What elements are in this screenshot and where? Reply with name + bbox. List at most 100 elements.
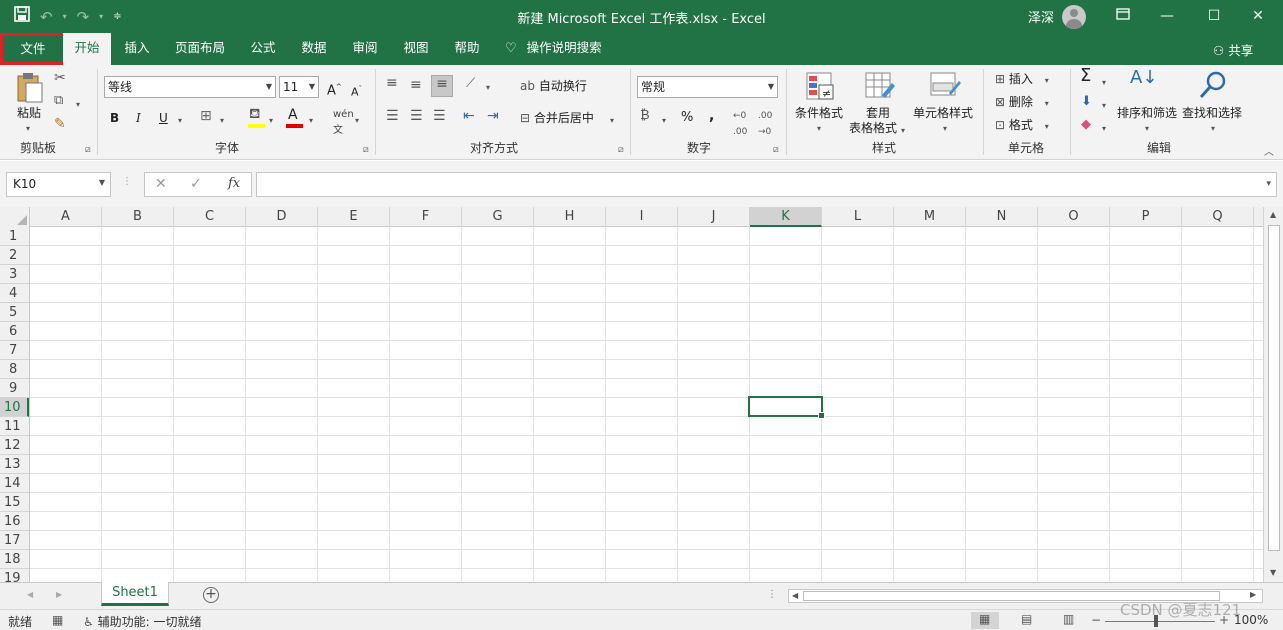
number-launcher-icon[interactable]: ⧄ bbox=[773, 145, 779, 155]
row-header[interactable]: 4 bbox=[0, 284, 29, 303]
accounting-format-icon[interactable]: ₿ bbox=[640, 108, 650, 124]
worksheet-grid[interactable]: ABCDEFGHIJKLMNOPQ 1 2 3 4 5 6 7 8 9 10 11 12 13 14 15 1… bbox=[0, 207, 1283, 582]
decrease-decimal-icon[interactable]: .00 →0 bbox=[758, 108, 772, 140]
format-painter-icon[interactable]: ✎ bbox=[54, 116, 66, 132]
column-header[interactable]: J bbox=[678, 207, 750, 227]
scroll-right-icon[interactable]: ▶ bbox=[1250, 590, 1256, 599]
formula-input[interactable]: ▾ bbox=[256, 172, 1277, 197]
expand-formula-icon[interactable]: ▾ bbox=[1266, 179, 1271, 189]
font-color-dropdown-icon[interactable]: ▾ bbox=[309, 113, 313, 129]
tab-formulas[interactable]: 公式 bbox=[240, 33, 286, 65]
row-header[interactable]: 11 bbox=[0, 417, 29, 436]
insert-function-icon[interactable]: fx bbox=[228, 176, 240, 191]
tab-insert[interactable]: 插入 bbox=[114, 33, 160, 65]
normal-view-button[interactable]: ▦ bbox=[971, 612, 999, 629]
ribbon-display-options-icon[interactable] bbox=[1113, 6, 1133, 26]
column-header[interactable]: N bbox=[966, 207, 1038, 227]
column-header[interactable]: L bbox=[822, 207, 894, 227]
row-header[interactable]: 10 bbox=[0, 398, 29, 417]
delete-cells-button[interactable]: ⊠ 删除 ▾ bbox=[995, 94, 1049, 112]
column-header[interactable]: P bbox=[1110, 207, 1182, 227]
align-right-icon[interactable]: ☰ bbox=[433, 108, 446, 124]
clipboard-launcher-icon[interactable]: ⧄ bbox=[85, 145, 91, 155]
row-header[interactable]: 2 bbox=[0, 246, 29, 265]
cell-area[interactable] bbox=[30, 227, 1263, 582]
zoom-slider[interactable] bbox=[1105, 621, 1215, 622]
column-header[interactable]: I bbox=[606, 207, 678, 227]
column-header[interactable]: C bbox=[174, 207, 246, 227]
scroll-down-icon[interactable]: ▼ bbox=[1270, 568, 1276, 577]
column-header[interactable]: H bbox=[534, 207, 606, 227]
row-header[interactable]: 18 bbox=[0, 550, 29, 569]
tab-home[interactable]: 开始 bbox=[63, 33, 111, 65]
name-box[interactable]: K10 ▼ bbox=[6, 172, 111, 197]
row-header[interactable]: 1 bbox=[0, 227, 29, 246]
share-button[interactable]: ⚇ 共享 bbox=[1213, 40, 1253, 59]
column-header[interactable]: K bbox=[750, 207, 822, 227]
formula-bar-handle-icon[interactable]: ⋮ bbox=[122, 176, 132, 187]
copy-dropdown-icon[interactable]: ▾ bbox=[76, 97, 80, 113]
row-header[interactable]: 7 bbox=[0, 341, 29, 360]
autosum-dropdown-icon[interactable]: ▾ bbox=[1102, 75, 1106, 91]
vertical-scrollbar[interactable]: ▲ ▼ bbox=[1263, 207, 1283, 582]
underline-button[interactable]: U bbox=[159, 110, 168, 126]
scroll-up-icon[interactable]: ▲ bbox=[1270, 210, 1276, 219]
font-launcher-icon[interactable]: ⧄ bbox=[363, 145, 369, 155]
align-center-icon[interactable]: ☰ bbox=[410, 108, 423, 124]
row-header[interactable]: 14 bbox=[0, 474, 29, 493]
column-header[interactable]: G bbox=[462, 207, 534, 227]
accessibility-status[interactable]: ♿ 辅助功能: 一切就绪 bbox=[83, 613, 201, 630]
middle-align-icon[interactable]: ≡ bbox=[410, 77, 422, 93]
increase-decimal-icon[interactable]: ←0.00 bbox=[733, 108, 747, 140]
accounting-dropdown-icon[interactable]: ▾ bbox=[662, 113, 666, 129]
previous-sheet-icon[interactable]: ◀ bbox=[27, 590, 33, 599]
font-name-select[interactable]: 等线 ▼ bbox=[104, 76, 276, 98]
paste-dropdown-icon[interactable]: ▾ bbox=[26, 121, 30, 137]
autosum-icon[interactable]: Σ bbox=[1080, 67, 1091, 85]
row-header[interactable]: 16 bbox=[0, 512, 29, 531]
minimize-icon[interactable]: — bbox=[1157, 6, 1177, 26]
wrap-text-button[interactable]: ab 自动换行 bbox=[520, 78, 587, 94]
enter-icon[interactable]: ✓ bbox=[190, 176, 202, 192]
page-layout-view-button[interactable]: ▤ bbox=[1013, 612, 1041, 629]
phonetic-icon[interactable]: wén 文 bbox=[333, 107, 354, 139]
bold-button[interactable]: B bbox=[110, 110, 119, 126]
alignment-launcher-icon[interactable]: ⧄ bbox=[618, 145, 624, 155]
orientation-icon[interactable]: ⟋ bbox=[466, 76, 475, 92]
cancel-icon[interactable]: ✕ bbox=[155, 176, 167, 192]
tab-split-handle-icon[interactable]: ⋮ bbox=[767, 589, 777, 600]
clear-dropdown-icon[interactable]: ▾ bbox=[1102, 121, 1106, 137]
vertical-scroll-thumb[interactable] bbox=[1268, 225, 1280, 551]
decrease-font-icon[interactable]: Aˇ bbox=[351, 81, 362, 101]
fill-dropdown-icon[interactable]: ▾ bbox=[1102, 98, 1106, 114]
merge-center-button[interactable]: ⊟ 合并后居中 bbox=[520, 110, 594, 126]
row-header[interactable]: 12 bbox=[0, 436, 29, 455]
select-all-button[interactable] bbox=[0, 207, 30, 227]
increase-indent-icon[interactable]: ⇥ bbox=[487, 108, 499, 124]
underline-dropdown-icon[interactable]: ▾ bbox=[178, 113, 182, 129]
column-header[interactable]: M bbox=[894, 207, 966, 227]
increase-font-icon[interactable]: A^ bbox=[327, 79, 342, 99]
phonetic-dropdown-icon[interactable]: ▾ bbox=[355, 113, 359, 129]
collapse-ribbon-icon[interactable]: ︿ bbox=[1264, 145, 1274, 161]
column-header[interactable]: F bbox=[390, 207, 462, 227]
format-cells-button[interactable]: ⊡ 格式 ▾ bbox=[995, 117, 1049, 135]
sheet-tab[interactable]: Sheet1 bbox=[101, 582, 169, 606]
tab-review[interactable]: 审阅 bbox=[342, 33, 388, 65]
align-left-icon[interactable]: ☰ bbox=[386, 108, 399, 124]
fill-icon[interactable]: ⬇ bbox=[1081, 94, 1092, 110]
tab-view[interactable]: 视图 bbox=[393, 33, 439, 65]
column-header[interactable]: O bbox=[1038, 207, 1110, 227]
orientation-dropdown-icon[interactable]: ▾ bbox=[486, 80, 490, 96]
tab-page-layout[interactable]: 页面布局 bbox=[166, 33, 234, 65]
row-header[interactable]: 13 bbox=[0, 455, 29, 474]
clear-icon[interactable]: ◆ bbox=[1081, 117, 1091, 133]
scroll-left-icon[interactable]: ◀ bbox=[792, 591, 798, 600]
tell-me-search[interactable]: ♡ 操作说明搜索 bbox=[505, 33, 625, 65]
borders-dropdown-icon[interactable]: ▾ bbox=[220, 113, 224, 129]
next-sheet-icon[interactable]: ▶ bbox=[56, 590, 62, 599]
row-header[interactable]: 3 bbox=[0, 265, 29, 284]
comma-style-icon[interactable]: , bbox=[709, 108, 714, 124]
bottom-align-icon[interactable]: ≡ bbox=[431, 75, 453, 97]
percent-icon[interactable]: % bbox=[681, 110, 693, 126]
